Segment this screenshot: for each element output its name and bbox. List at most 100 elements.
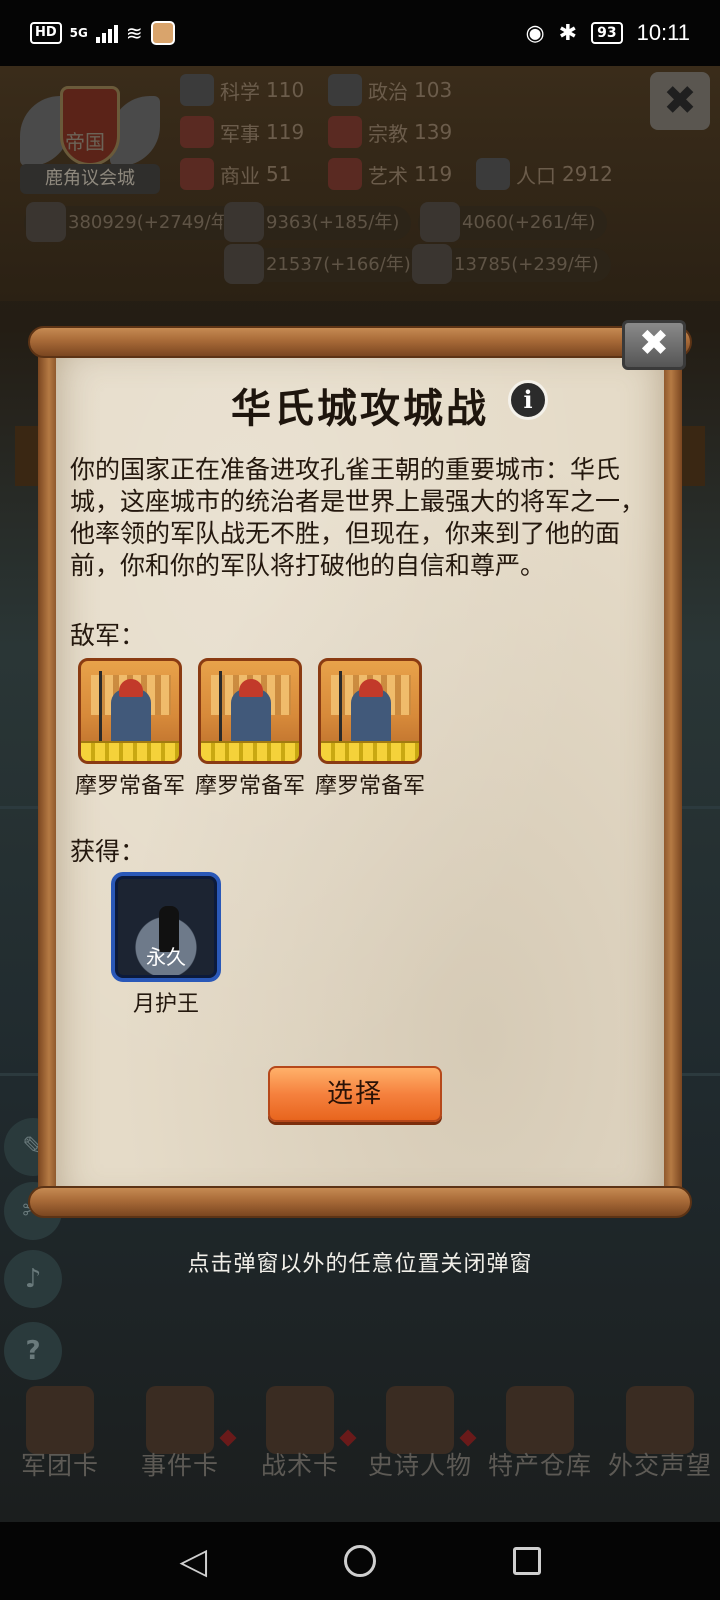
select-button[interactable]: 选择 [268,1066,442,1122]
resource-iron: 4060(+261/年) [418,202,608,242]
home-button[interactable] [335,1545,385,1577]
nav-diplomacy[interactable]: 外交声望 [600,1378,720,1498]
nav-label: 军团卡 [20,1451,99,1480]
resource-wood: 9363(+185/年) [222,202,412,242]
stat-value: 119 [414,162,453,186]
nav-label: 史诗人物 [367,1451,472,1480]
enemy-unit-card[interactable]: 摩罗常备军 [70,658,190,800]
nav-tactic-cards[interactable]: 战术卡 [240,1378,360,1498]
dialog-description: 你的国家正在准备进攻孔雀王朝的重要城市：华氏城，这座城市的统治者是世界上最强大的… [70,455,646,580]
stat-label: 科学 [220,79,260,104]
nav-label: 事件卡 [140,1451,219,1480]
stat-value: 2912 [562,162,613,186]
enemy-unit-name: 摩罗常备军 [74,774,185,799]
resource-value: 9363(+185/年) [266,212,400,233]
stat-religion: 宗教 139 [328,116,452,148]
eye-icon: ◉ [525,20,545,46]
scroll-rod-top [28,326,692,358]
stat-science: 科学 110 [180,74,304,106]
dialog-title: 华氏城攻城战 [231,386,489,432]
chess-icon [266,1386,334,1454]
resource-value: 4060(+261/年) [462,212,596,233]
soldier-icon [318,658,422,764]
system-nav-bar: ◁ [0,1522,720,1600]
notification-dot [339,1429,357,1447]
empire-name: 帝国 [65,130,105,154]
empire-emblem[interactable]: 帝国 鹿角议会城 [20,86,160,196]
enemy-unit-card[interactable]: 摩罗常备军 [190,658,310,800]
envelope-icon [626,1386,694,1454]
stat-military: 军事 119 [180,116,304,148]
soldier-icon [78,658,182,764]
empire-header: 帝国 鹿角议会城 科学 110 政治 103 军事 119 宗教 139 商业 … [0,66,720,301]
info-icon[interactable]: i [508,380,548,420]
chest-icon [506,1386,574,1454]
reward-name: 月护王 [132,992,199,1017]
reward-label: 获得： [70,837,146,866]
scroll-rod-bottom [28,1186,692,1218]
scales-icon [180,158,214,190]
clock: 10:11 [636,20,690,45]
lotus-icon [328,158,362,190]
wifi-icon: ≋ [125,21,143,45]
meat-icon [412,244,452,284]
stat-label: 商业 [220,163,260,188]
notification-dot [219,1429,237,1447]
resource-value: 13785(+239/年) [454,254,599,275]
dialog-close-button[interactable]: ✖ [622,320,686,370]
resource-food: 13785(+239/年) [410,244,611,284]
status-bar: HD 5G ≋ ◉ ✱ 93 10:11 [0,0,720,66]
soldier-icon [198,658,302,764]
battery-indicator: 93 [591,22,623,44]
reward-card[interactable]: 永久 月护王 [106,872,226,1018]
stat-label: 宗教 [368,121,408,146]
back-icon[interactable]: ◁ [168,1541,218,1582]
enemy-unit-name: 摩罗常备军 [194,774,305,799]
app-notification-icon [150,21,175,45]
top-close-button[interactable]: ✖ [650,72,710,130]
nav-legion-cards[interactable]: 军团卡 [0,1378,120,1498]
person-icon [476,158,510,190]
stat-art: 艺术 119 [328,158,452,190]
stat-value: 51 [266,162,292,186]
notification-dot [459,1429,477,1447]
nav-specialty-warehouse[interactable]: 特产仓库 [480,1378,600,1498]
enemy-unit-card[interactable]: 摩罗常备军 [310,658,430,800]
capitol-icon [328,74,362,106]
moon-king-icon: 永久 [111,872,221,982]
stat-value: 119 [266,120,305,144]
stat-label: 艺术 [368,163,408,188]
nav-label: 外交声望 [607,1451,712,1480]
crown-icon [386,1386,454,1454]
stat-commerce: 商业 51 [180,158,291,190]
nav-event-cards[interactable]: 事件卡 [120,1378,240,1498]
stat-label: 人口 [516,163,556,188]
fleur-icon [328,116,362,148]
recents-button[interactable] [502,1547,552,1575]
resource-value: 21537(+166/年) [266,254,411,275]
nav-label: 战术卡 [260,1451,339,1480]
enemy-unit-name: 摩罗常备军 [314,774,425,799]
dismiss-hint: 点击弹窗以外的任意位置关闭弹窗 [187,1252,533,1277]
nav-epic-figures[interactable]: 史诗人物 [360,1378,480,1498]
stat-label: 军事 [220,121,260,146]
help-side-button[interactable]: ? [4,1322,62,1380]
capital-name: 鹿角议会城 [20,164,160,194]
crossed-swords-icon [180,116,214,148]
helmet-icon [26,1386,94,1454]
stat-value: 139 [414,120,453,144]
stat-value: 103 [414,78,453,102]
signal-icon [95,23,118,43]
resource-gold: 380929(+2749/年) [24,202,248,242]
stat-politics: 政治 103 [328,74,452,106]
home-icon [343,1545,376,1577]
stat-value: 110 [266,78,305,102]
hd-indicator: HD [30,22,62,44]
gold-coins-icon [26,202,66,242]
stone-icon [224,244,264,284]
parchment: 华氏城攻城战 i 你的国家正在准备进攻孔雀王朝的重要城市：华氏城，这座城市的统治… [56,344,664,1212]
iron-icon [420,202,460,242]
stat-population: 人口 2912 [476,158,613,190]
wood-icon [224,202,264,242]
network-type: 5G [69,26,88,40]
